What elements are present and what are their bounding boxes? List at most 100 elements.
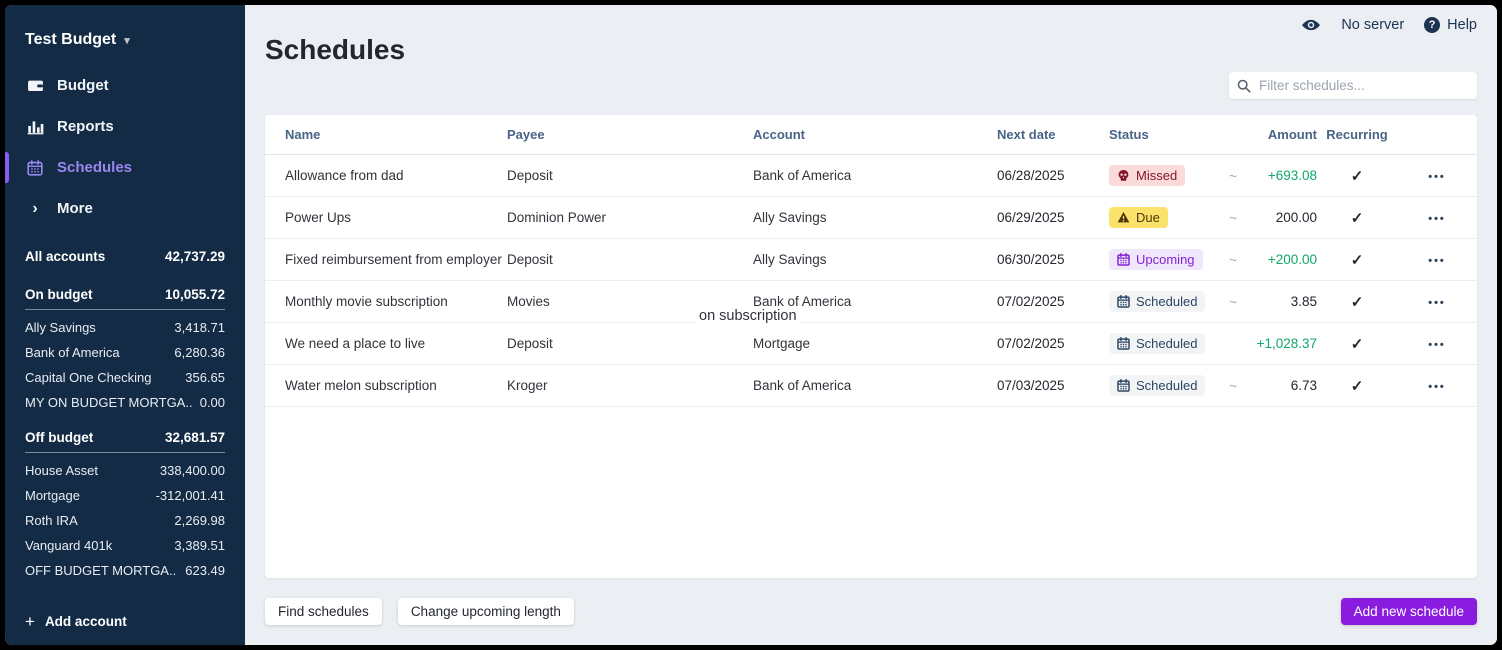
account-balance: 356.65 <box>185 370 225 385</box>
calendar-icon <box>1117 379 1130 392</box>
row-menu-button[interactable]: ••• <box>1428 213 1446 225</box>
column-header-next-date[interactable]: Next date <box>997 127 1109 142</box>
add-new-schedule-button[interactable]: Add new schedule <box>1341 598 1477 625</box>
account-row[interactable]: MY ON BUDGET MORTGA...0.00 <box>25 390 225 415</box>
schedule-account: Bank of America <box>753 378 997 393</box>
sidebar-item-budget[interactable]: Budget <box>25 69 225 102</box>
row-menu-button[interactable]: ••• <box>1428 339 1446 351</box>
schedules-table: Name Payee Account Next date Status Amou… <box>265 115 1477 578</box>
app-window: Test Budget ▾ Budget Reports Schedules ›Mor… <box>5 5 1497 645</box>
schedule-next-date: 07/02/2025 <box>997 336 1109 351</box>
server-status-button[interactable]: No server <box>1341 17 1404 33</box>
account-row[interactable]: Capital One Checking356.65 <box>25 365 225 390</box>
calendar-icon <box>25 160 45 176</box>
sidebar-nav: Budget Reports Schedules ›More <box>25 69 225 225</box>
chevron-down-icon: ▾ <box>124 34 130 47</box>
check-icon: ✓ <box>1351 252 1364 269</box>
topbar: No server ? Help <box>1301 17 1477 33</box>
account-row[interactable]: House Asset338,400.00 <box>25 458 225 483</box>
main-content: No server ? Help Schedules Name Payee Ac… <box>245 5 1497 645</box>
status-badge: Due <box>1109 207 1168 228</box>
overlay-tooltip-text: on subscription <box>695 308 801 324</box>
add-account-button[interactable]: + Add account <box>25 613 127 630</box>
sidebar-item-reports[interactable]: Reports <box>25 110 225 143</box>
account-name: Roth IRA <box>25 513 78 528</box>
filter-box <box>1229 72 1477 99</box>
on-budget-balance: 10,055.72 <box>165 287 225 302</box>
sidebar-item-all-accounts[interactable]: All accounts 42,737.29 <box>25 249 225 264</box>
check-icon: ✓ <box>1351 294 1364 311</box>
account-row[interactable]: Roth IRA 2,269.98 <box>25 508 225 533</box>
column-header-status[interactable]: Status <box>1109 127 1229 142</box>
change-upcoming-length-button[interactable]: Change upcoming length <box>398 598 574 625</box>
calendar-icon <box>1117 253 1130 266</box>
account-balance: 2,269.98 <box>174 513 225 528</box>
column-header-name[interactable]: Name <box>265 127 507 142</box>
budget-name: Test Budget <box>25 31 116 49</box>
row-menu-button[interactable]: ••• <box>1428 255 1446 267</box>
schedule-payee: Movies <box>507 294 753 309</box>
plus-icon: + <box>25 613 35 630</box>
account-balance: 338,400.00 <box>160 463 225 478</box>
privacy-eye-button[interactable] <box>1301 18 1321 32</box>
column-header-account[interactable]: Account <box>753 127 997 142</box>
off-budget-accounts: House Asset338,400.00Mortgage-312,001.41… <box>25 458 225 583</box>
schedule-payee: Deposit <box>507 252 753 267</box>
status-badge: Upcoming <box>1109 249 1203 270</box>
table-row[interactable]: We need a place to liveDepositMortgage07… <box>265 323 1477 365</box>
schedule-next-date: 07/02/2025 <box>997 294 1109 309</box>
column-header-amount[interactable]: Amount <box>1251 127 1317 142</box>
table-header: Name Payee Account Next date Status Amou… <box>265 115 1477 155</box>
help-label: Help <box>1447 17 1477 33</box>
account-row[interactable]: Mortgage-312,001.41 <box>25 483 225 508</box>
row-menu-button[interactable]: ••• <box>1428 297 1446 309</box>
table-row[interactable]: Water melon subscriptionKrogerBank of Am… <box>265 365 1477 407</box>
skull-icon <box>1117 169 1130 182</box>
wallet-icon <box>25 77 45 94</box>
column-header-payee[interactable]: Payee <box>507 127 753 142</box>
sidebar-item-on-budget[interactable]: On budget 10,055.72 <box>25 287 225 310</box>
account-row[interactable]: Vanguard 401k3,389.51 <box>25 533 225 558</box>
schedule-account: Mortgage <box>753 336 997 351</box>
filter-schedules-input[interactable] <box>1257 77 1469 94</box>
table-row[interactable]: Fixed reimbursement from employerDeposit… <box>265 239 1477 281</box>
row-menu-button[interactable]: ••• <box>1428 171 1446 183</box>
schedule-name: Fixed reimbursement from employer <box>265 252 507 267</box>
account-row[interactable]: OFF BUDGET MORTGA...623.49 <box>25 558 225 583</box>
account-row[interactable]: Bank of America6,280.36 <box>25 340 225 365</box>
approx-tilde: ~ <box>1229 378 1251 394</box>
sidebar-item-off-budget[interactable]: Off budget 32,681.57 <box>25 430 225 453</box>
check-icon: ✓ <box>1351 168 1364 185</box>
budget-switcher[interactable]: Test Budget ▾ <box>25 31 225 49</box>
schedule-account: Ally Savings <box>753 210 997 225</box>
row-menu-button[interactable]: ••• <box>1428 381 1446 393</box>
column-header-recurring[interactable]: Recurring <box>1317 127 1397 142</box>
approx-tilde: ~ <box>1229 210 1251 226</box>
table-row[interactable]: Allowance from dadDepositBank of America… <box>265 155 1477 197</box>
schedule-name: Water melon subscription <box>265 378 507 393</box>
account-balance: 3,389.51 <box>174 538 225 553</box>
table-body: Allowance from dadDepositBank of America… <box>265 155 1477 407</box>
find-schedules-button[interactable]: Find schedules <box>265 598 382 625</box>
schedule-amount: 3.85 <box>1251 294 1317 309</box>
schedule-payee: Dominion Power <box>507 210 753 225</box>
schedule-next-date: 06/30/2025 <box>997 252 1109 267</box>
schedule-payee: Kroger <box>507 378 753 393</box>
schedule-amount: 6.73 <box>1251 378 1317 393</box>
schedule-amount: +693.08 <box>1251 168 1317 183</box>
table-row[interactable]: Power UpsDominion PowerAlly Savings06/29… <box>265 197 1477 239</box>
schedule-name: Power Ups <box>265 210 507 225</box>
help-button[interactable]: ? Help <box>1424 17 1477 33</box>
sidebar-item-schedules[interactable]: Schedules <box>25 151 225 184</box>
status-badge: Missed <box>1109 165 1185 186</box>
calendar-icon <box>1117 337 1130 350</box>
account-row[interactable]: Ally Savings3,418.71 <box>25 315 225 340</box>
table-row[interactable]: Monthly movie subscriptionMoviesBank of … <box>265 281 1477 323</box>
schedule-account: Ally Savings <box>753 252 997 267</box>
approx-tilde: ~ <box>1229 252 1251 268</box>
sidebar-item-more[interactable]: ›More <box>25 192 225 225</box>
status-badge: Scheduled <box>1109 375 1205 396</box>
schedule-name: Monthly movie subscription <box>265 294 507 309</box>
reports-icon <box>25 118 45 135</box>
sidebar: Test Budget ▾ Budget Reports Schedules ›Mor… <box>5 5 245 645</box>
